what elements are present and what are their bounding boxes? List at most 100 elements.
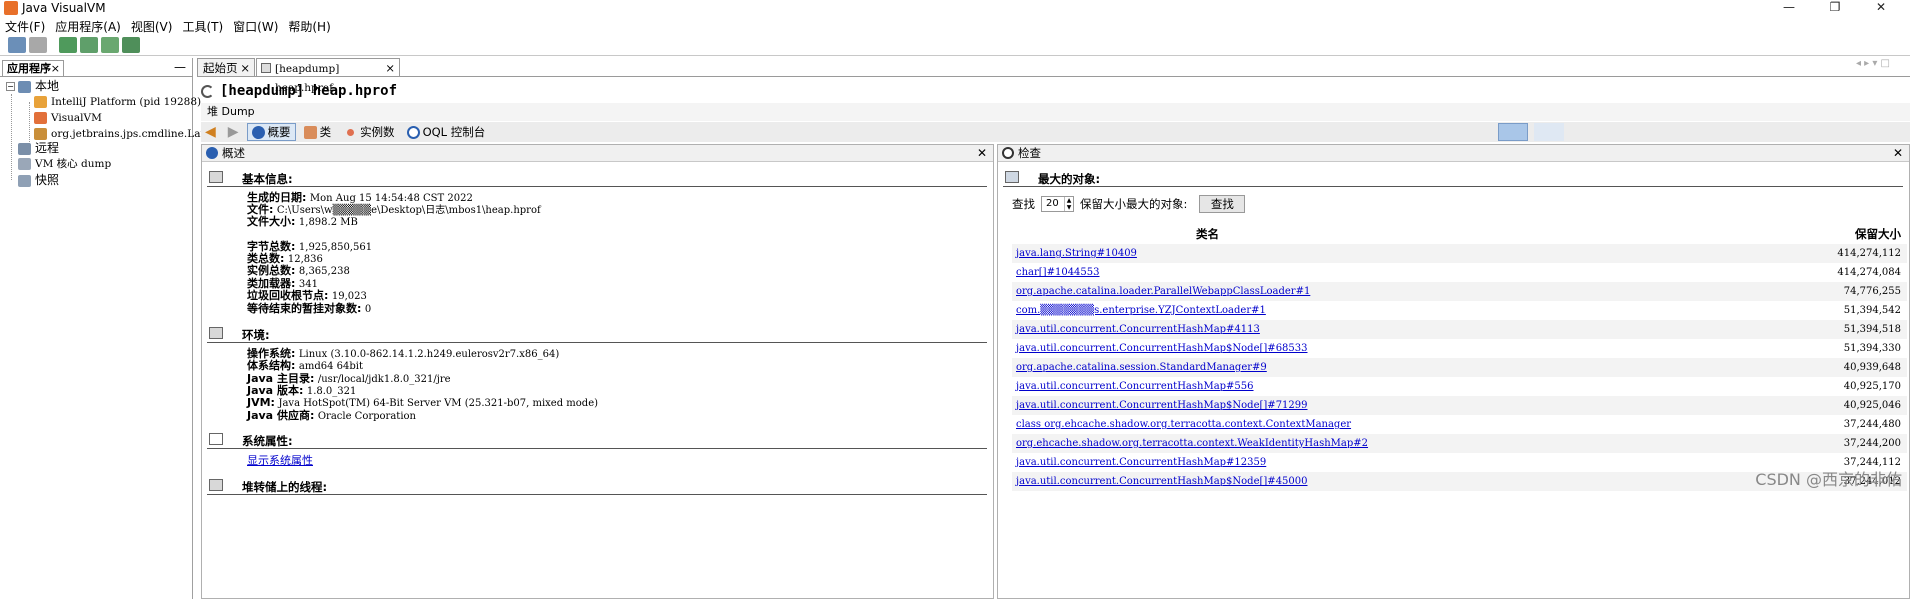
visualvm-app-icon	[4, 1, 18, 15]
search-icon[interactable]	[1534, 123, 1564, 141]
close-icon[interactable]: ×	[385, 59, 395, 77]
object-class-link[interactable]: com.▒▒▒▒▒▒▒s.enterprise.YZJContextLoader…	[1016, 301, 1266, 320]
classes-view-label: 类	[319, 125, 332, 139]
object-class-link[interactable]: java.util.concurrent.ConcurrentHashMap#4…	[1016, 320, 1260, 339]
instances-view-button[interactable]: 实例数	[339, 123, 399, 141]
inspect-panel: 检查 ✕ 最大的对象: 查找 20 ▲ ▼ 保留大小最大的对象: 查找 类名 保留…	[997, 144, 1910, 599]
menu-application[interactable]: 应用程序(A)	[50, 18, 126, 36]
object-class-link[interactable]: java.util.concurrent.ConcurrentHashMap#1…	[1016, 453, 1266, 472]
menu-tools[interactable]: 工具(T)	[177, 18, 228, 36]
object-class-link[interactable]: org.apache.catalina.loader.ParallelWebap…	[1016, 282, 1310, 301]
environment-title: 环境:	[242, 328, 270, 342]
close-icon[interactable]: ✕	[977, 145, 987, 161]
tab-divider	[0, 76, 193, 77]
tree-node-visualvm[interactable]: VisualVM	[34, 110, 102, 126]
basic-info-title: 基本信息:	[242, 172, 293, 186]
retained-size-value: 414,274,112	[1837, 248, 1901, 259]
menu-help[interactable]: 帮助(H)	[283, 18, 335, 36]
summary-view-button[interactable]: 概要	[246, 123, 296, 141]
forward-button[interactable]: ▶	[224, 123, 243, 141]
object-class-link[interactable]: java.util.concurrent.ConcurrentHashMap$N…	[1016, 396, 1308, 415]
table-row[interactable]: org.ehcache.shadow.org.terracotta.contex…	[1012, 434, 1907, 453]
applications-tab[interactable]: 应用程序 ×	[2, 60, 64, 76]
object-class-link[interactable]: java.util.concurrent.ConcurrentHashMap$N…	[1016, 339, 1308, 358]
column-class-name[interactable]: 类名	[1196, 226, 1219, 242]
retained-size-value: 414,274,084	[1837, 267, 1901, 278]
table-row[interactable]: java.util.concurrent.ConcurrentHashMap$N…	[1012, 339, 1907, 358]
save-icon[interactable]	[29, 37, 47, 53]
table-row[interactable]: java.lang.String#10409 414,274,112	[1012, 244, 1907, 263]
instances-view-label: 实例数	[360, 125, 395, 139]
table-row[interactable]: char[]#1044553 414,274,084	[1012, 263, 1907, 282]
column-retained-size[interactable]: 保留大小	[1855, 226, 1901, 242]
close-icon[interactable]: ×	[51, 61, 60, 76]
minimize-panel-icon[interactable]: —	[174, 60, 186, 74]
tree-node-local[interactable]: − 本地	[6, 78, 59, 94]
prop-java-vendor: Java 供应商: Oracle Corporation	[247, 409, 416, 423]
table-row[interactable]: java.util.concurrent.ConcurrentHashMap#4…	[1012, 320, 1907, 339]
info-toggle-icon[interactable]	[1498, 123, 1528, 141]
menu-file[interactable]: 文件(F)	[0, 18, 50, 36]
basic-info-icon	[209, 171, 223, 183]
retained-size-value: 37,244,200	[1843, 438, 1901, 449]
object-class-link[interactable]: org.apache.catalina.session.StandardMana…	[1016, 358, 1267, 377]
core-dump-icon	[18, 158, 31, 170]
oql-icon	[406, 125, 420, 139]
object-class-link[interactable]: java.util.concurrent.ConcurrentHashMap#5…	[1016, 377, 1254, 396]
back-button[interactable]: ◀	[201, 123, 220, 141]
tree-node-snapshots[interactable]: 快照	[18, 172, 59, 188]
object-class-link[interactable]: org.ehcache.shadow.org.terracotta.contex…	[1016, 434, 1368, 453]
section-divider	[207, 448, 987, 449]
close-window-button[interactable]: ✕	[1858, 0, 1904, 16]
maximize-button[interactable]: ❐	[1812, 0, 1858, 16]
object-class-link[interactable]: java.lang.String#10409	[1016, 244, 1137, 263]
table-row[interactable]: java.util.concurrent.ConcurrentHashMap$N…	[1012, 396, 1907, 415]
tree-node-intellij[interactable]: IntelliJ Platform (pid 19288)	[34, 94, 201, 110]
count-spinner[interactable]: 20 ▲ ▼	[1041, 196, 1074, 212]
add-core-dump-icon[interactable]	[101, 37, 119, 53]
remote-host-icon	[18, 142, 31, 155]
table-row[interactable]: org.apache.catalina.loader.ParallelWebap…	[1012, 282, 1907, 301]
tab-heap-hprof[interactable]: [heapdump] heap.hprof ×	[256, 58, 400, 94]
minimize-button[interactable]: —	[1766, 0, 1812, 16]
snapshot-icon	[18, 174, 31, 187]
add-jmx-connection-icon[interactable]	[59, 37, 77, 53]
tab-start-page-label: 起始页	[203, 61, 238, 75]
collapse-icon[interactable]: −	[6, 82, 15, 91]
table-row[interactable]: org.apache.catalina.session.StandardMana…	[1012, 358, 1907, 377]
info-icon	[251, 125, 265, 139]
table-row[interactable]: com.▒▒▒▒▒▒▒s.enterprise.YZJContextLoader…	[1012, 301, 1907, 320]
retained-size-value: 74,776,255	[1843, 286, 1901, 297]
oql-console-button[interactable]: OQL 控制台	[403, 123, 490, 141]
load-snapshot-icon[interactable]	[8, 37, 26, 53]
inspect-header: 检查 ✕	[998, 145, 1909, 162]
object-class-link[interactable]: char[]#1044553	[1016, 263, 1100, 282]
add-snapshot-icon[interactable]	[122, 37, 140, 53]
tab-divider	[197, 76, 1910, 77]
retained-size-value: 51,394,542	[1843, 305, 1901, 316]
object-class-link[interactable]: class org.ehcache.shadow.org.terracotta.…	[1016, 415, 1351, 434]
tab-scroll-arrows-icon[interactable]: ◂ ▸ ▾ □	[1856, 58, 1890, 69]
retained-size-value: 37,244,480	[1843, 419, 1901, 430]
close-icon[interactable]: ✕	[1893, 145, 1903, 161]
applications-panel: 应用程序 × — − 本地 IntelliJ Platform (pid 1928…	[0, 58, 238, 599]
classes-view-button[interactable]: 类	[300, 123, 336, 141]
show-system-properties-link[interactable]: 显示系统属性	[247, 455, 313, 467]
table-row[interactable]: class org.ehcache.shadow.org.terracotta.…	[1012, 415, 1907, 434]
close-icon[interactable]: ×	[240, 59, 250, 77]
add-remote-host-icon[interactable]	[80, 37, 98, 53]
menu-view[interactable]: 视图(V)	[126, 18, 178, 36]
main-toolbar	[0, 36, 1910, 54]
tree-guide-line	[29, 102, 30, 144]
spinner-arrows-icon[interactable]: ▲ ▼	[1064, 197, 1073, 211]
tree-node-remote[interactable]: 远程	[18, 140, 59, 156]
object-class-link[interactable]: java.util.concurrent.ConcurrentHashMap$N…	[1016, 472, 1308, 491]
tab-start-page[interactable]: 起始页 ×	[197, 58, 255, 77]
table-row[interactable]: java.util.concurrent.ConcurrentHashMap#5…	[1012, 377, 1907, 396]
menu-window[interactable]: 窗口(W)	[228, 18, 283, 36]
find-button[interactable]: 查找	[1199, 195, 1246, 213]
info-icon	[206, 147, 218, 159]
tree-node-vm-core-dump[interactable]: VM 核心 dump	[18, 156, 111, 172]
tree-label-snapshots: 快照	[35, 173, 60, 187]
prop-file-size: 文件大小: 1,898.2 MB	[247, 215, 358, 229]
